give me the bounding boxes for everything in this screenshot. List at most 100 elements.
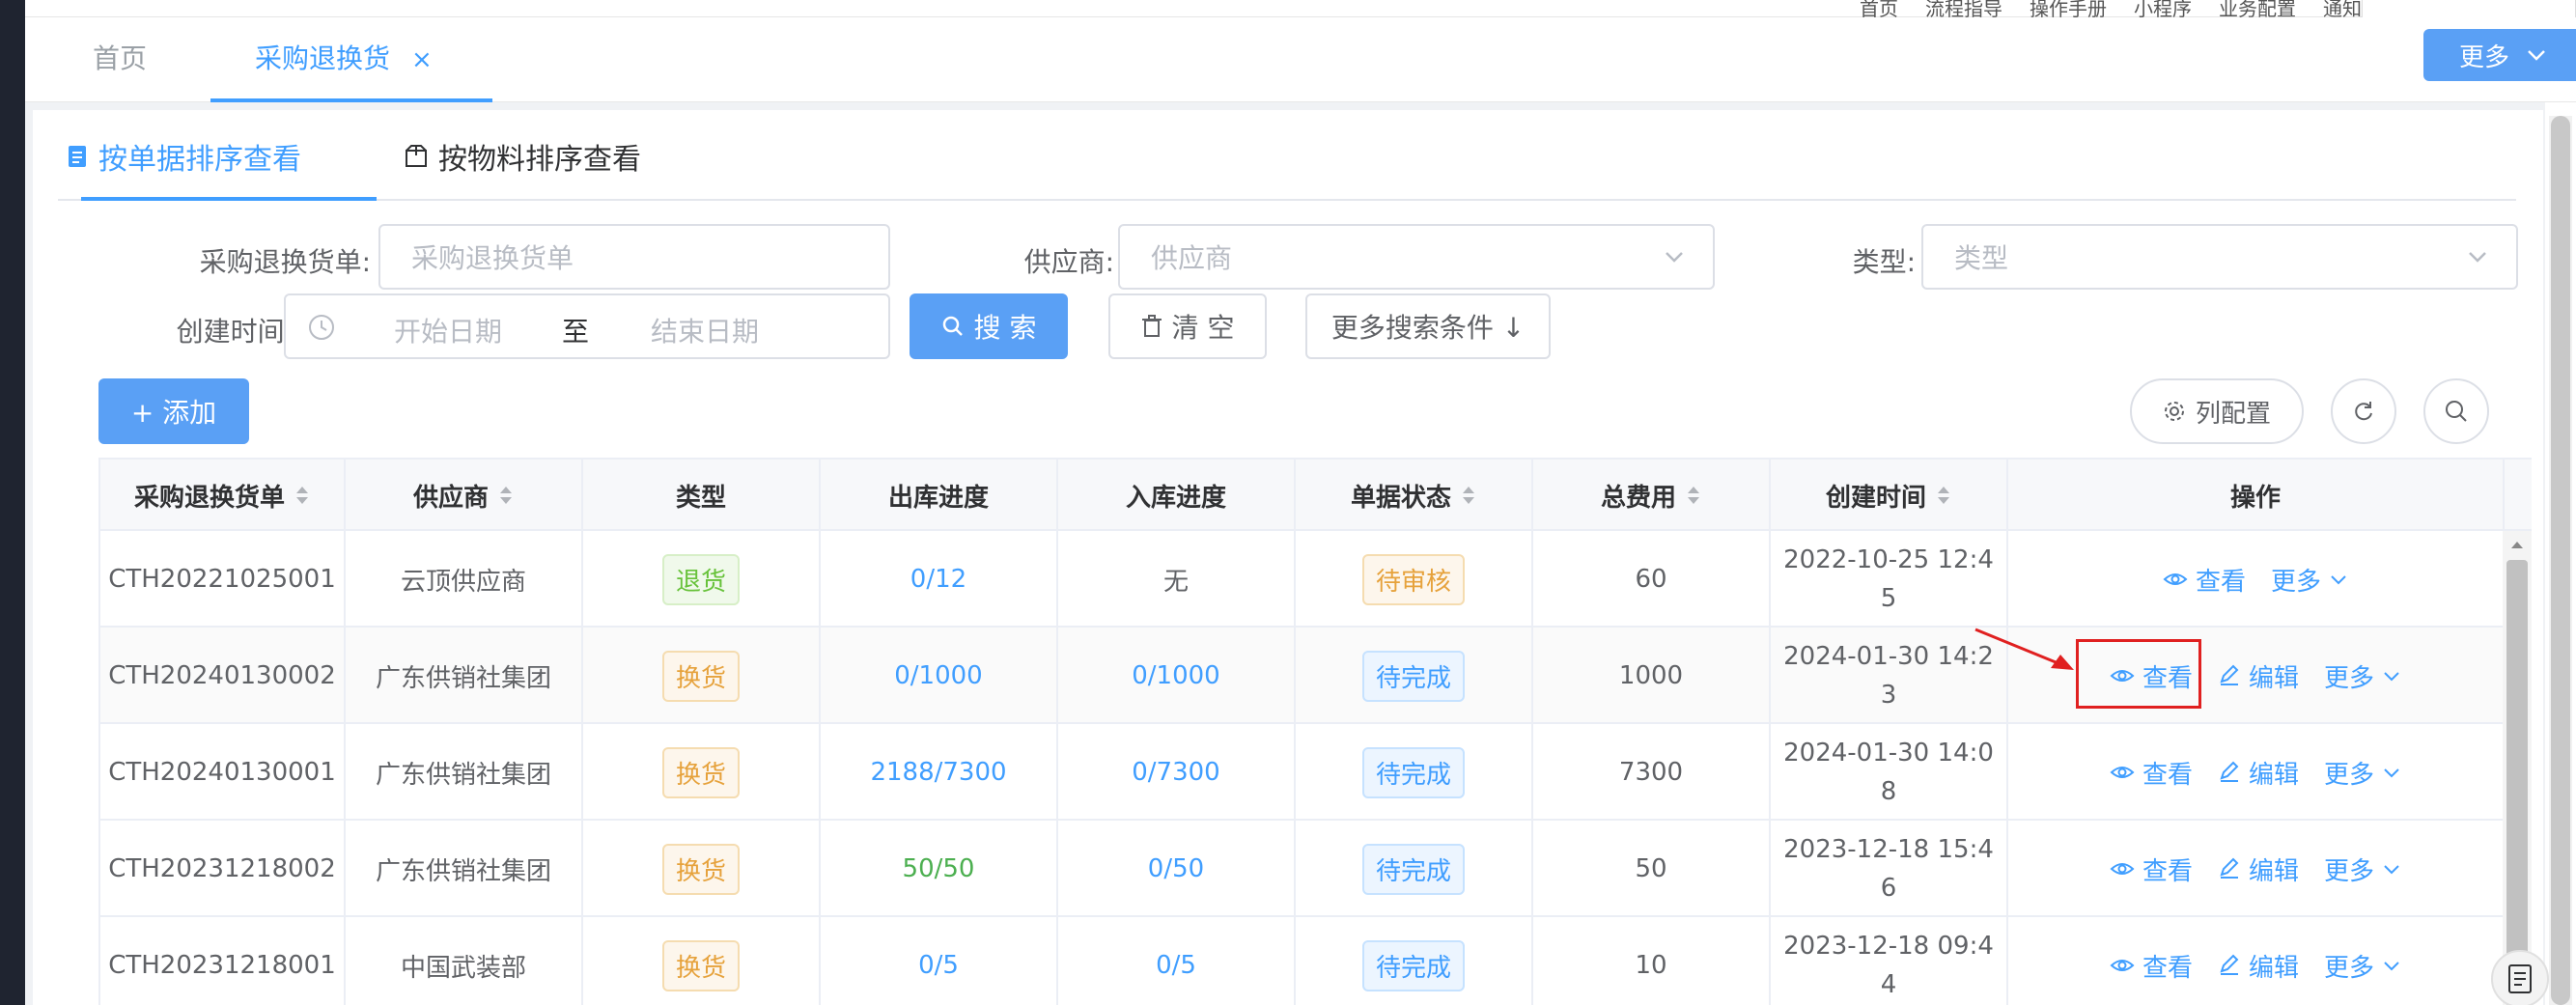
chevron-down-icon [2384,865,2399,875]
edit-button[interactable]: 编辑 [2218,658,2299,694]
column-header-status[interactable]: 单据状态 [1296,460,1533,531]
clear-button[interactable]: 清 空 [1108,293,1267,359]
status-badge: 待完成 [1361,650,1465,702]
add-button[interactable]: + 添加 [98,378,249,444]
cell-total: 1000 [1533,628,1771,724]
tab-purchase-return[interactable]: 采购退换货 × [210,17,492,102]
return-order-no-input[interactable]: 采购退换货单 [378,224,890,290]
cell-order-no: CTH20231218002 [100,821,346,917]
eye-icon [2110,960,2135,971]
refresh-button[interactable] [2331,378,2396,444]
cell-created: 2024-01-30 14:08 [1771,724,2008,821]
more-tabs-button[interactable]: 更多 [2423,29,2576,81]
type-select[interactable]: 类型 [1921,224,2518,290]
page-scrollbar-thumb[interactable] [2551,116,2570,1005]
cell-in-progress: 无 [1058,531,1296,628]
label-type: 类型: [1852,246,1916,278]
cell-actions: 查看 更多 [2008,531,2505,628]
cell-out-progress[interactable]: 0/12 [821,531,1058,628]
cell-supplier: 广东供销社集团 [346,724,583,821]
sort-icon [500,487,512,504]
cell-out-progress[interactable]: 0/5 [821,917,1058,1005]
column-header-label: 操作 [2229,483,2281,513]
more-actions-button[interactable]: 更多 [2324,851,2401,887]
cell-out-progress[interactable]: 0/1000 [821,628,1058,724]
create-time-range-picker[interactable]: 开始日期 至 结束日期 [284,293,890,359]
more-actions-button[interactable]: 更多 [2324,755,2401,791]
edit-button[interactable]: 编辑 [2218,948,2299,984]
cell-in-progress[interactable]: 0/50 [1058,821,1296,917]
return-order-no-placeholder: 采购退换货单 [411,242,574,274]
cell-type: 退货 [583,531,821,628]
column-header-order_no[interactable]: 采购退换货单 [100,460,346,531]
cell-actions: 查看 编辑 更多 [2008,917,2505,1005]
subtab-by-document-label: 按单据排序查看 [98,143,301,177]
row-actions: 查看 编辑 更多 [2110,948,2401,984]
cell-out-progress[interactable]: 50/50 [821,821,1058,917]
chevron-down-icon [1666,252,1683,263]
add-button-label: + 添加 [130,397,217,429]
cell-actions: 查看 编辑 更多 [2008,724,2505,821]
close-icon[interactable]: × [411,45,433,74]
edit-icon [2220,857,2239,879]
type-tag: 换货 [661,650,740,702]
status-badge: 待完成 [1361,746,1465,798]
subtab-by-material[interactable]: 按物料排序查看 [404,135,641,178]
view-button[interactable]: 查看 [2110,755,2193,791]
edit-button[interactable]: 编辑 [2218,851,2299,887]
cell-status: 待完成 [1296,821,1533,917]
more-actions-button[interactable]: 更多 [2324,948,2401,984]
cell-total: 10 [1533,917,1771,1005]
table-row[interactable]: CTH20231218001 中国武装部 换货 0/5 0/5 待完成 10 2023-12-… [100,917,2505,1005]
column-header-supplier[interactable]: 供应商 [346,460,583,531]
cell-supplier: 广东供销社集团 [346,628,583,724]
view-button[interactable]: 查看 [2110,851,2193,887]
cell-in-progress[interactable]: 0/1000 [1058,628,1296,724]
return-order-table: 采购退换货单 供应商 类型 出库进度 入库进度 单据状态 总费用 创建时间 操作 CTH2022… [98,458,2532,1005]
table-row[interactable]: CTH20221025001 云顶供应商 退货 0/12 无 待审核 60 2022-10-2… [100,531,2505,628]
cell-status: 待完成 [1296,724,1533,821]
chevron-down-icon [2384,768,2399,778]
edit-label: 编辑 [2248,953,2299,983]
column-header-label: 单据状态 [1350,483,1451,513]
column-header-total[interactable]: 总费用 [1533,460,1771,531]
row-actions: 查看 编辑 更多 [2110,755,2401,791]
floating-document-icon[interactable] [2491,950,2549,1005]
cell-in-progress[interactable]: 0/5 [1058,917,1296,1005]
more-actions-button[interactable]: 更多 [2324,658,2401,694]
main-card: 按单据排序查看 按物料排序查看 采购退换货单: 采购退换货单 供应商: 供应商 … [33,110,2543,1005]
column-header-in_progress: 入库进度 [1058,460,1296,531]
row-actions: 查看 编辑 更多 [2110,851,2401,887]
table-scrollbar-thumb[interactable] [2506,560,2528,1005]
table-row[interactable]: CTH20240130001 广东供销社集团 换货 2188/7300 0/7300 待完… [100,724,2505,821]
column-header-created[interactable]: 创建时间 [1771,460,2008,531]
tab-home[interactable]: 首页 [93,17,147,102]
view-label: 查看 [2142,856,2193,886]
page-tab-bar: 首页 采购退换货 × 更多 [25,17,2576,102]
start-date-placeholder[interactable]: 开始日期 [394,311,502,349]
table-row[interactable]: CTH20231218002 广东供销社集团 换货 50/50 0/50 待完成 50 202… [100,821,2505,917]
supplier-select[interactable]: 供应商 [1118,224,1715,290]
more-actions-button[interactable]: 更多 [2271,562,2348,598]
more-search-conditions-button[interactable]: 更多搜索条件 ↓ [1305,293,1551,359]
column-header-type: 类型 [583,460,821,531]
column-config-button[interactable]: 列配置 [2130,378,2304,444]
page-scrollbar[interactable] [2549,116,2572,1005]
cell-out-progress[interactable]: 2188/7300 [821,724,1058,821]
view-button[interactable]: 查看 [2110,948,2193,984]
column-header-label: 供应商 [412,483,489,513]
scroll-up-icon[interactable] [2509,539,2525,550]
column-header-out_progress: 出库进度 [821,460,1058,531]
end-date-placeholder[interactable]: 结束日期 [651,311,759,349]
subtab-by-document[interactable]: 按单据排序查看 [66,135,301,178]
search-button[interactable]: 搜 索 [910,293,1068,359]
view-button[interactable]: 查看 [2163,562,2246,598]
edit-label: 编辑 [2248,856,2299,886]
supplier-select-placeholder: 供应商 [1151,242,1233,274]
cell-in-progress[interactable]: 0/7300 [1058,724,1296,821]
cell-supplier: 中国武装部 [346,917,583,1005]
toggle-search-button[interactable] [2423,378,2489,444]
cell-type: 换货 [583,628,821,724]
table-scrollbar[interactable] [2503,531,2532,1005]
edit-button[interactable]: 编辑 [2218,755,2299,791]
